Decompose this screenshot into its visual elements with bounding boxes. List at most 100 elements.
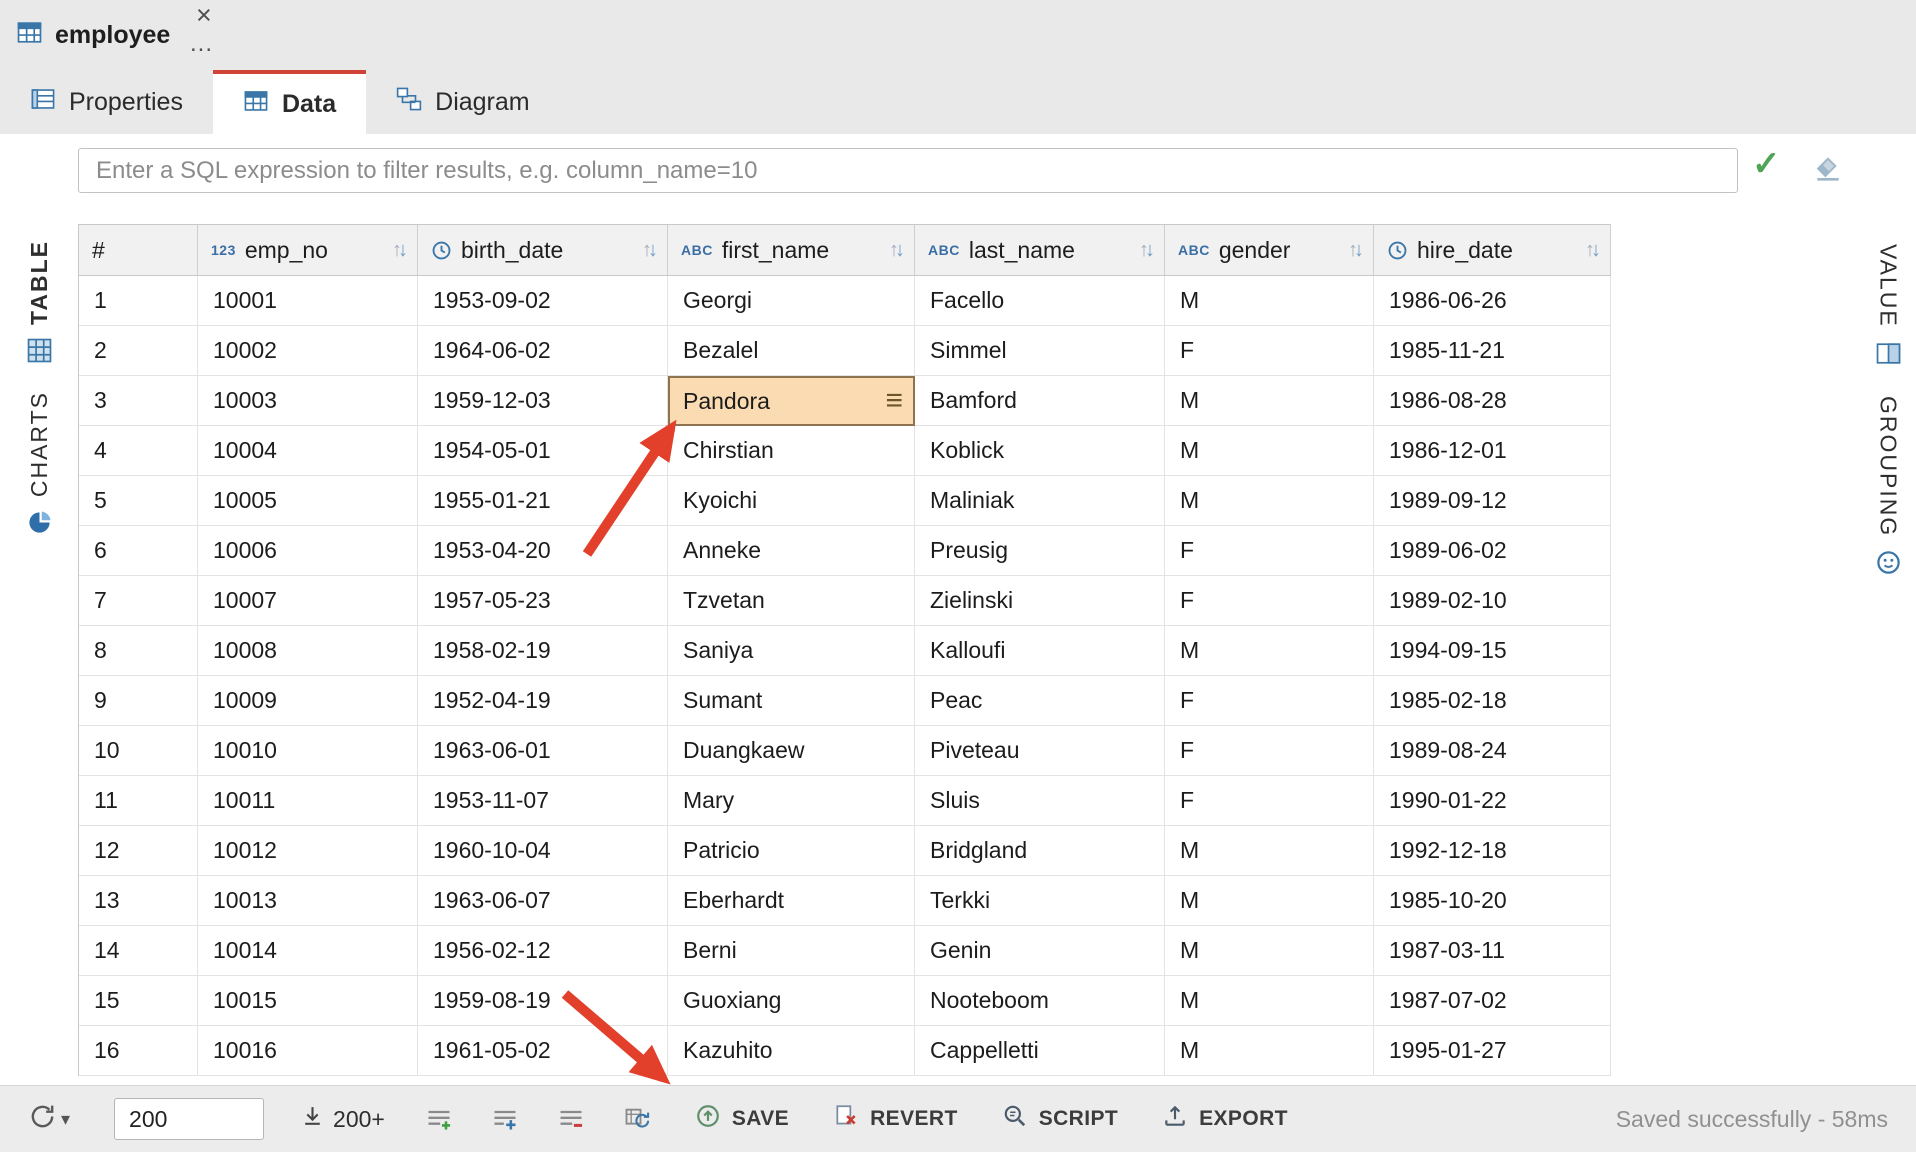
data-cell[interactable]: 1963-06-07 <box>418 876 668 926</box>
export-button[interactable]: EXPORT <box>1162 1103 1288 1135</box>
data-cell[interactable]: Koblick <box>915 426 1165 476</box>
data-cell[interactable]: F <box>1165 726 1374 776</box>
rail-item-value[interactable]: VALUE <box>1875 244 1902 372</box>
close-tab-icon[interactable]: × <box>196 0 212 30</box>
sort-icon[interactable]: ↑↓ <box>636 239 654 262</box>
data-cell[interactable]: 1964-06-02 <box>418 326 668 376</box>
tab-overflow-icon[interactable]: ... <box>190 30 213 58</box>
revert-button[interactable]: REVERT <box>833 1103 958 1135</box>
data-cell[interactable]: 10012 <box>198 826 418 876</box>
data-cell[interactable]: M <box>1165 976 1374 1026</box>
column-header-hire_date[interactable]: hire_date↑↓ <box>1374 225 1611 275</box>
save-button[interactable]: SAVE <box>695 1103 789 1135</box>
data-cell[interactable]: M <box>1165 476 1374 526</box>
data-cell[interactable]: 1985-11-21 <box>1374 326 1611 376</box>
data-cell[interactable]: Kyoichi <box>668 476 915 526</box>
editor-tab-employee[interactable]: employee <box>0 0 188 70</box>
sort-icon[interactable]: ↑↓ <box>883 239 901 262</box>
data-cell[interactable]: F <box>1165 576 1374 626</box>
data-cell[interactable]: Anneke <box>668 526 915 576</box>
column-header-first_name[interactable]: ABCfirst_name↑↓ <box>668 225 915 275</box>
data-cell[interactable]: Maliniak <box>915 476 1165 526</box>
fetch-size-input[interactable] <box>114 1098 264 1140</box>
data-cell[interactable]: 1989-08-24 <box>1374 726 1611 776</box>
data-cell[interactable]: Berni <box>668 926 915 976</box>
eraser-icon[interactable] <box>1812 152 1844 189</box>
data-cell[interactable]: 10004 <box>198 426 418 476</box>
data-cell[interactable]: Preusig <box>915 526 1165 576</box>
data-cell[interactable]: 1953-11-07 <box>418 776 668 826</box>
apply-filter-icon[interactable]: ✓ <box>1752 144 1781 184</box>
data-cell[interactable]: 10007 <box>198 576 418 626</box>
data-cell[interactable]: 1986-06-26 <box>1374 276 1611 326</box>
data-cell[interactable]: F <box>1165 526 1374 576</box>
data-cell[interactable]: 1985-10-20 <box>1374 876 1611 926</box>
data-cell[interactable]: 1957-05-23 <box>418 576 668 626</box>
data-cell[interactable]: 1992-12-18 <box>1374 826 1611 876</box>
data-cell[interactable]: 10003 <box>198 376 418 426</box>
data-cell[interactable]: 1953-04-20 <box>418 526 668 576</box>
filter-input[interactable] <box>78 148 1738 193</box>
data-cell[interactable]: 10006 <box>198 526 418 576</box>
data-cell[interactable]: Genin <box>915 926 1165 976</box>
data-cell[interactable]: 10015 <box>198 976 418 1026</box>
data-cell[interactable]: 1954-05-01 <box>418 426 668 476</box>
data-cell[interactable]: Cappelletti <box>915 1026 1165 1076</box>
data-cell[interactable]: 1987-07-02 <box>1374 976 1611 1026</box>
data-cell[interactable]: 1953-09-02 <box>418 276 668 326</box>
data-cell[interactable]: F <box>1165 676 1374 726</box>
data-cell[interactable]: Piveteau <box>915 726 1165 776</box>
script-button[interactable]: SCRIPT <box>1002 1103 1118 1135</box>
data-cell[interactable]: M <box>1165 276 1374 326</box>
refresh-button[interactable]: ▾ <box>28 1102 70 1136</box>
data-cell[interactable]: 1956-02-12 <box>418 926 668 976</box>
data-cell[interactable]: Sluis <box>915 776 1165 826</box>
data-cell[interactable]: 10009 <box>198 676 418 726</box>
selected-edited-cell[interactable]: Pandora≡ <box>668 376 915 426</box>
data-cell[interactable]: 1989-09-12 <box>1374 476 1611 526</box>
data-cell[interactable]: Georgi <box>668 276 915 326</box>
rail-item-grouping[interactable]: GROUPING <box>1875 396 1902 581</box>
cell-menu-icon[interactable]: ≡ <box>885 386 903 416</box>
duplicate-row-icon[interactable] <box>491 1105 519 1133</box>
data-cell[interactable]: M <box>1165 876 1374 926</box>
data-cell[interactable]: Facello <box>915 276 1165 326</box>
column-header-last_name[interactable]: ABClast_name↑↓ <box>915 225 1165 275</box>
sort-icon[interactable]: ↑↓ <box>1133 239 1151 262</box>
data-cell[interactable]: 10010 <box>198 726 418 776</box>
data-cell[interactable]: 10008 <box>198 626 418 676</box>
data-cell[interactable]: M <box>1165 826 1374 876</box>
data-cell[interactable]: 10002 <box>198 326 418 376</box>
rail-item-charts[interactable]: CHARTS <box>26 391 53 541</box>
data-cell[interactable]: M <box>1165 626 1374 676</box>
data-cell[interactable]: 10005 <box>198 476 418 526</box>
tab-data[interactable]: Data <box>213 70 366 134</box>
add-row-icon[interactable] <box>425 1105 453 1133</box>
fetch-more-button[interactable]: 200+ <box>300 1104 385 1135</box>
sort-icon[interactable]: ↑↓ <box>1342 239 1360 262</box>
data-cell[interactable]: 1959-08-19 <box>418 976 668 1026</box>
column-header-birth_date[interactable]: birth_date↑↓ <box>418 225 668 275</box>
data-cell[interactable]: 1990-01-22 <box>1374 776 1611 826</box>
data-cell[interactable]: 10014 <box>198 926 418 976</box>
data-cell[interactable]: Duangkaew <box>668 726 915 776</box>
sort-icon[interactable]: ↑↓ <box>1579 239 1597 262</box>
data-cell[interactable]: M <box>1165 376 1374 426</box>
data-cell[interactable]: 1955-01-21 <box>418 476 668 526</box>
data-cell[interactable]: Guoxiang <box>668 976 915 1026</box>
data-cell[interactable]: Terkki <box>915 876 1165 926</box>
data-cell[interactable]: M <box>1165 1026 1374 1076</box>
data-cell[interactable]: F <box>1165 776 1374 826</box>
data-cell[interactable]: M <box>1165 426 1374 476</box>
data-cell[interactable]: 1960-10-04 <box>418 826 668 876</box>
tab-properties[interactable]: Properties <box>0 70 213 134</box>
data-cell[interactable]: 10001 <box>198 276 418 326</box>
data-cell[interactable]: 1963-06-01 <box>418 726 668 776</box>
data-cell[interactable]: Bridgland <box>915 826 1165 876</box>
data-cell[interactable]: 1986-12-01 <box>1374 426 1611 476</box>
data-cell[interactable]: 10016 <box>198 1026 418 1076</box>
column-header-gender[interactable]: ABCgender↑↓ <box>1165 225 1374 275</box>
data-cell[interactable]: Sumant <box>668 676 915 726</box>
data-cell[interactable]: Chirstian <box>668 426 915 476</box>
data-cell[interactable]: Tzvetan <box>668 576 915 626</box>
